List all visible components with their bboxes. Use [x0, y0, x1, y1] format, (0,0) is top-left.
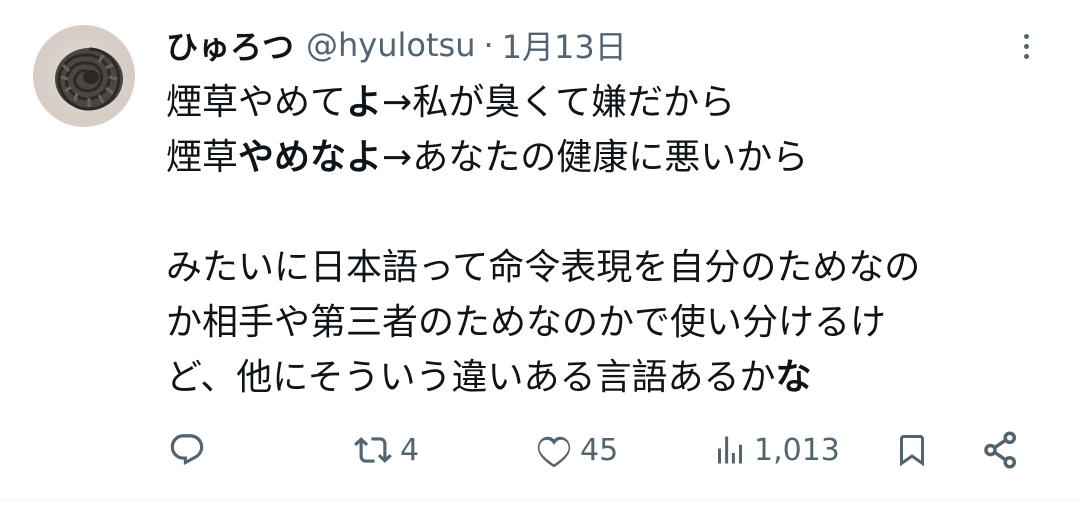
bookmark-icon [900, 435, 924, 467]
text-segment: ど、他にそういう違いある言語あるか [166, 357, 776, 398]
reply-button[interactable] [168, 425, 212, 475]
tweet-text-line: みたいに日本語って命令表現を自分のためなの [166, 240, 1056, 295]
more-icon-dot [1023, 33, 1029, 39]
tweet-text-line: か相手や第三者のためなのかで使い分けるけ [166, 295, 1056, 350]
user-handle[interactable]: @hyulotsu [306, 26, 475, 64]
like-button[interactable]: 45 [534, 425, 618, 475]
share-button[interactable] [980, 425, 1028, 475]
ammonite-avatar-icon [55, 47, 123, 111]
bold-text-segment: な [775, 357, 812, 398]
tweet-text-line: ど、他にそういう違いある言語あるかな [166, 350, 1056, 405]
retweet-button[interactable]: 4 [352, 425, 419, 475]
text-segment: みたいに日本語って命令表現を自分のためなの [166, 247, 921, 288]
more-icon-dot [1023, 43, 1029, 49]
divider [0, 500, 1080, 501]
retweet-icon [354, 437, 392, 463]
tweet-date[interactable]: 1月13日 [502, 22, 627, 68]
views-button[interactable]: 1,013 [712, 425, 840, 475]
views-icon [718, 436, 742, 464]
reply-icon [170, 434, 204, 466]
tweet-text-line: 煙草やめなよ→あなたの健康に悪いから [166, 130, 1056, 185]
more-options-button[interactable] [1012, 28, 1040, 64]
separator-dot: · [483, 26, 494, 64]
text-segment: 煙草 [166, 137, 239, 178]
text-segment: →私が臭くて嫌だから [382, 82, 736, 123]
heart-icon [537, 436, 571, 468]
share-icon [984, 431, 1017, 469]
more-icon-dot [1023, 53, 1029, 59]
bold-text-segment: よ [346, 82, 383, 123]
text-segment: 煙草やめて [166, 82, 347, 123]
text-segment: か相手や第三者のためなのかで使い分けるけ [166, 302, 887, 343]
tweet-text: 煙草やめてよ→私が臭くて嫌だから 煙草やめなよ→あなたの健康に悪いから みたいに日本… [166, 75, 1056, 405]
like-count: 45 [580, 432, 619, 468]
tweet-header: ひゅろつ @hyulotsu · 1月13日 [166, 22, 627, 68]
action-bar: 4 45 1,013 [0, 425, 1080, 475]
retweet-count: 4 [400, 432, 420, 468]
bold-text-segment: やめなよ [238, 137, 383, 178]
text-segment: →あなたの健康に悪いから [382, 137, 809, 178]
views-count: 1,013 [754, 432, 840, 468]
bookmark-button[interactable] [894, 425, 936, 475]
tweet-text-line: 煙草やめてよ→私が臭くて嫌だから [166, 75, 1056, 130]
display-name[interactable]: ひゅろつ [166, 22, 294, 68]
avatar[interactable] [33, 25, 135, 127]
